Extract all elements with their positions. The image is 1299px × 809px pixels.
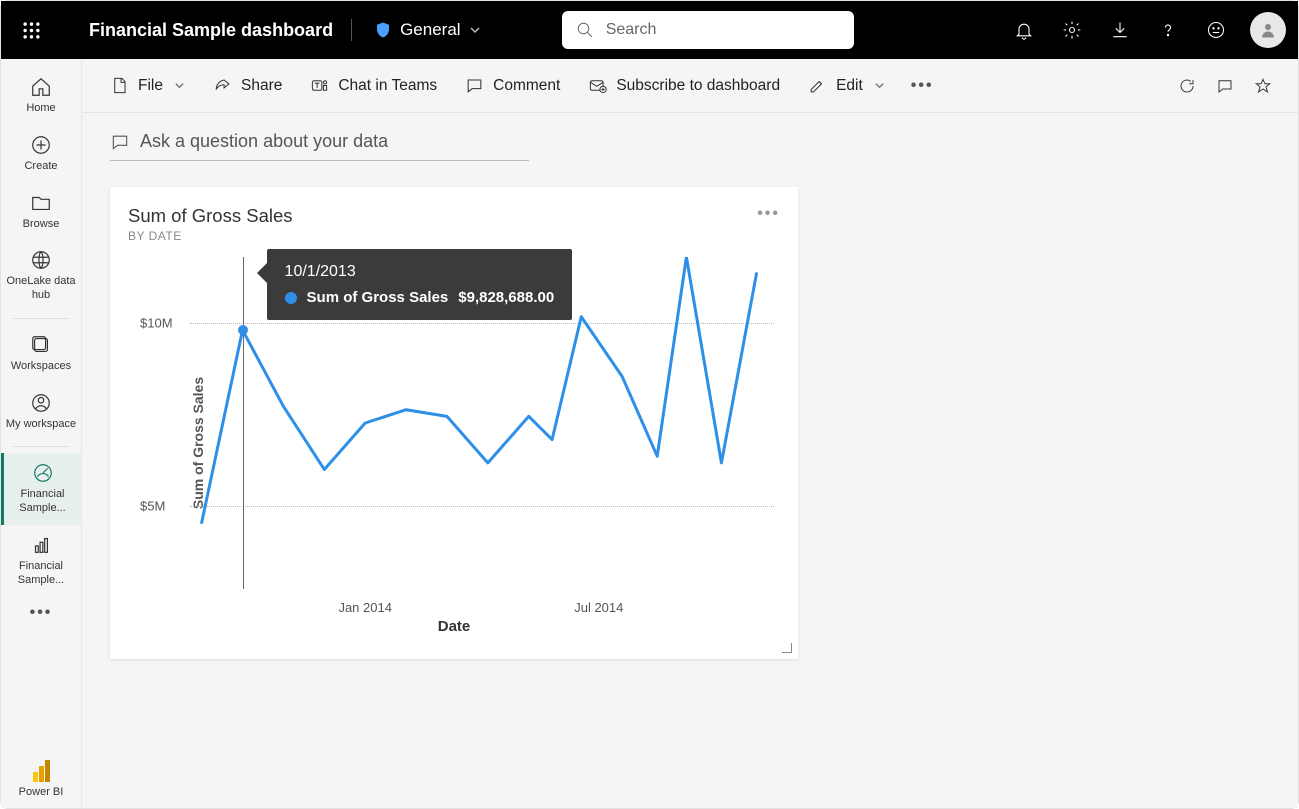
nav-onelake[interactable]: OneLake data hub [1, 240, 81, 312]
resize-handle[interactable] [780, 641, 792, 653]
feedback-icon[interactable] [1192, 6, 1240, 54]
nav-create[interactable]: Create [1, 125, 81, 183]
tile-subtitle: BY DATE [128, 229, 780, 243]
x-tick: Jul 2014 [574, 600, 623, 615]
nav-my-workspace[interactable]: My workspace [1, 383, 81, 441]
tooltip-value: $9,828,688.00 [458, 289, 554, 306]
left-nav: Home Create Browse OneLake data hub Work… [1, 59, 82, 808]
qna-input[interactable]: Ask a question about your data [110, 131, 529, 161]
search-input[interactable] [562, 11, 854, 49]
nav-item-dashboard[interactable]: Financial Sample... [1, 453, 81, 525]
top-bar: Financial Sample dashboard General [1, 1, 1298, 59]
y-tick: $5M [140, 499, 165, 514]
plot-region: $10M $5M Jan 2014 Jul 2014 10/1/2013 Sum… [190, 257, 774, 589]
tooltip-date: 10/1/2013 [285, 263, 555, 281]
chart-area: Sum of Gross Sales Date $10M $5M Jan 201… [134, 257, 774, 629]
shield-icon [374, 21, 392, 39]
tile-gross-sales[interactable]: Sum of Gross Sales BY DATE ••• Sum of Gr… [110, 187, 798, 659]
x-tick: Jan 2014 [338, 600, 392, 615]
subscribe-button[interactable]: Subscribe to dashboard [578, 70, 790, 101]
chevron-down-icon [469, 24, 481, 36]
divider [351, 19, 352, 41]
notifications-icon[interactable] [1000, 6, 1048, 54]
search-wrapper [562, 11, 854, 49]
series-dot-icon [285, 292, 297, 304]
settings-icon[interactable] [1048, 6, 1096, 54]
help-icon[interactable] [1144, 6, 1192, 54]
nav-more[interactable]: ••• [1, 596, 81, 630]
share-button[interactable]: Share [203, 70, 292, 101]
nav-item-report[interactable]: Financial Sample... [1, 525, 81, 597]
comment-button[interactable]: Comment [455, 70, 570, 101]
dashboard-title: Financial Sample dashboard [89, 20, 333, 41]
toolbar-more[interactable]: ••• [903, 71, 942, 101]
favorite-icon[interactable] [1246, 69, 1280, 103]
sensitivity-label: General [400, 20, 460, 40]
tile-more-icon[interactable]: ••• [757, 205, 780, 223]
chat-teams-button[interactable]: Chat in Teams [300, 70, 447, 101]
nav-divider [13, 318, 69, 319]
nav-home[interactable]: Home [1, 67, 81, 125]
app-launcher-icon[interactable] [13, 12, 49, 48]
sensitivity-dropdown[interactable]: General [366, 16, 488, 44]
powerbi-brand[interactable]: Power BI [1, 760, 81, 798]
toolbar: File Share Chat in Teams Comment Subscri… [82, 59, 1298, 113]
main-content: File Share Chat in Teams Comment Subscri… [82, 59, 1298, 808]
refresh-icon[interactable] [1170, 69, 1204, 103]
download-icon[interactable] [1096, 6, 1144, 54]
account-avatar[interactable] [1250, 12, 1286, 48]
nav-workspaces[interactable]: Workspaces [1, 325, 81, 383]
hover-point [238, 325, 248, 335]
file-menu[interactable]: File [100, 70, 195, 101]
tile-title: Sum of Gross Sales [128, 205, 780, 227]
nav-browse[interactable]: Browse [1, 183, 81, 241]
x-axis-label: Date [438, 618, 471, 635]
chart-tooltip: 10/1/2013 Sum of Gross Sales $9,828,688.… [267, 249, 573, 320]
tooltip-series-label: Sum of Gross Sales [307, 289, 449, 306]
edit-menu[interactable]: Edit [798, 70, 895, 101]
comments-pane-icon[interactable] [1208, 69, 1242, 103]
topbar-actions [1000, 6, 1286, 54]
nav-divider [13, 446, 69, 447]
y-tick: $10M [140, 316, 173, 331]
chevron-down-icon [874, 80, 885, 91]
comment-icon [110, 132, 130, 152]
chevron-down-icon [174, 80, 185, 91]
search-icon [576, 21, 594, 39]
